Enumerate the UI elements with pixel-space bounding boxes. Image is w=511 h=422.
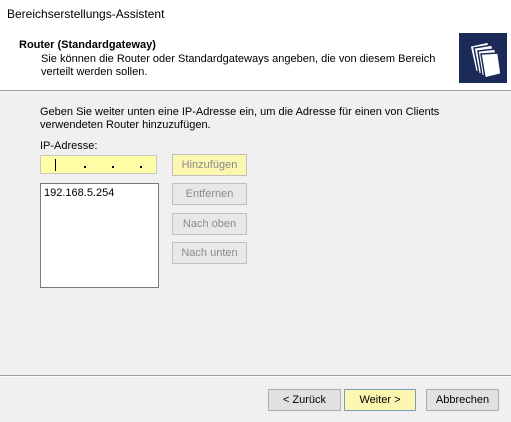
octet-separator — [140, 166, 142, 168]
move-up-button[interactable]: Nach oben — [172, 213, 247, 235]
page-title: Router (Standardgateway) — [19, 39, 156, 51]
ip-address-label: IP-Adresse: — [40, 140, 98, 152]
title-bar: Bereichserstellungs-Assistent — [0, 0, 511, 28]
add-button[interactable]: Hinzufügen — [172, 154, 247, 176]
move-down-button[interactable]: Nach unten — [172, 242, 247, 264]
back-button[interactable]: < Zurück — [268, 389, 341, 411]
footer-divider — [0, 375, 511, 377]
text-caret — [55, 159, 56, 171]
list-item[interactable]: 192.168.5.254 — [44, 187, 114, 199]
instruction-text: Geben Sie weiter unten eine IP-Adresse e… — [40, 106, 440, 131]
page-subtitle: Sie können die Router oder Standardgatew… — [41, 53, 436, 78]
octet-separator — [84, 166, 86, 168]
window-title: Bereichserstellungs-Assistent — [7, 7, 165, 21]
folders-icon — [458, 32, 508, 84]
next-button[interactable]: Weiter > — [344, 389, 416, 411]
cancel-button[interactable]: Abbrechen — [426, 389, 499, 411]
ip-address-input[interactable] — [40, 155, 157, 174]
octet-separator — [112, 166, 114, 168]
wizard-header: Router (Standardgateway) Sie können die … — [0, 28, 511, 91]
remove-button[interactable]: Entfernen — [172, 183, 247, 205]
router-list[interactable]: 192.168.5.254 — [40, 183, 159, 288]
